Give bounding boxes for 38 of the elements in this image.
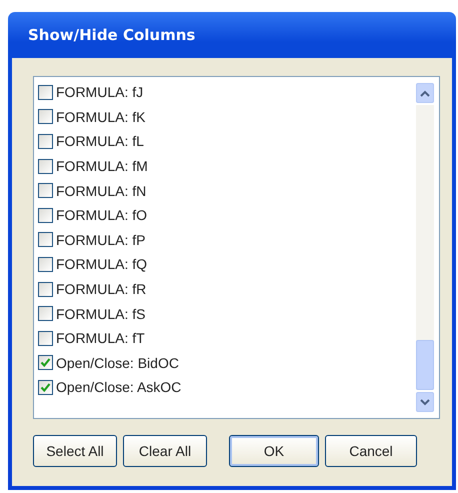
checkbox[interactable] (38, 183, 53, 198)
checkbox[interactable] (38, 84, 53, 100)
ok-button[interactable]: OK (229, 435, 319, 467)
item-label[interactable]: FORMULA: fK (56, 108, 146, 125)
down-caret-icon (420, 398, 430, 406)
item-label[interactable]: FORMULA: fN (56, 182, 146, 199)
checkbox[interactable] (38, 306, 53, 322)
cancel-button[interactable]: Cancel (325, 435, 417, 467)
checkbox[interactable] (38, 232, 53, 248)
item-label[interactable]: FORMULA: fP (56, 232, 146, 248)
checkbox[interactable] (38, 158, 53, 174)
item-label[interactable]: FORMULA: fL (56, 133, 144, 150)
item-label[interactable]: FORMULA: fO (56, 207, 148, 224)
item-label[interactable]: Open/Close: BidOC (56, 354, 179, 371)
select-all-button[interactable]: Select All (33, 435, 117, 467)
checkmark-icon (40, 357, 51, 368)
checkbox[interactable] (38, 256, 53, 272)
item-label[interactable]: FORMULA: fJ (56, 84, 144, 100)
scroll-thumb[interactable] (416, 340, 434, 390)
checkbox[interactable] (38, 355, 53, 370)
item-label[interactable]: FORMULA: fS (56, 306, 146, 322)
checkbox[interactable] (38, 380, 53, 395)
checkmark-icon (40, 382, 51, 393)
checkbox[interactable] (38, 208, 53, 223)
item-label[interactable]: FORMULA: fM (56, 158, 148, 174)
scroll-down-button[interactable] (416, 392, 434, 412)
checkbox[interactable] (38, 134, 53, 149)
scroll-up-button[interactable] (416, 83, 434, 103)
up-caret-icon (420, 90, 430, 96)
item-label[interactable]: FORMULA: fQ (56, 256, 148, 272)
window-title: Show/Hide Columns (28, 26, 196, 44)
checkbox[interactable] (38, 330, 53, 346)
checkbox[interactable] (38, 109, 53, 124)
item-label[interactable]: FORMULA: fT (56, 330, 145, 346)
clear-all-button[interactable]: Clear All (123, 435, 207, 467)
item-label[interactable]: FORMULA: fR (56, 281, 146, 298)
item-label[interactable]: Open/Close: AskOC (56, 379, 182, 396)
checkbox[interactable] (38, 282, 53, 297)
